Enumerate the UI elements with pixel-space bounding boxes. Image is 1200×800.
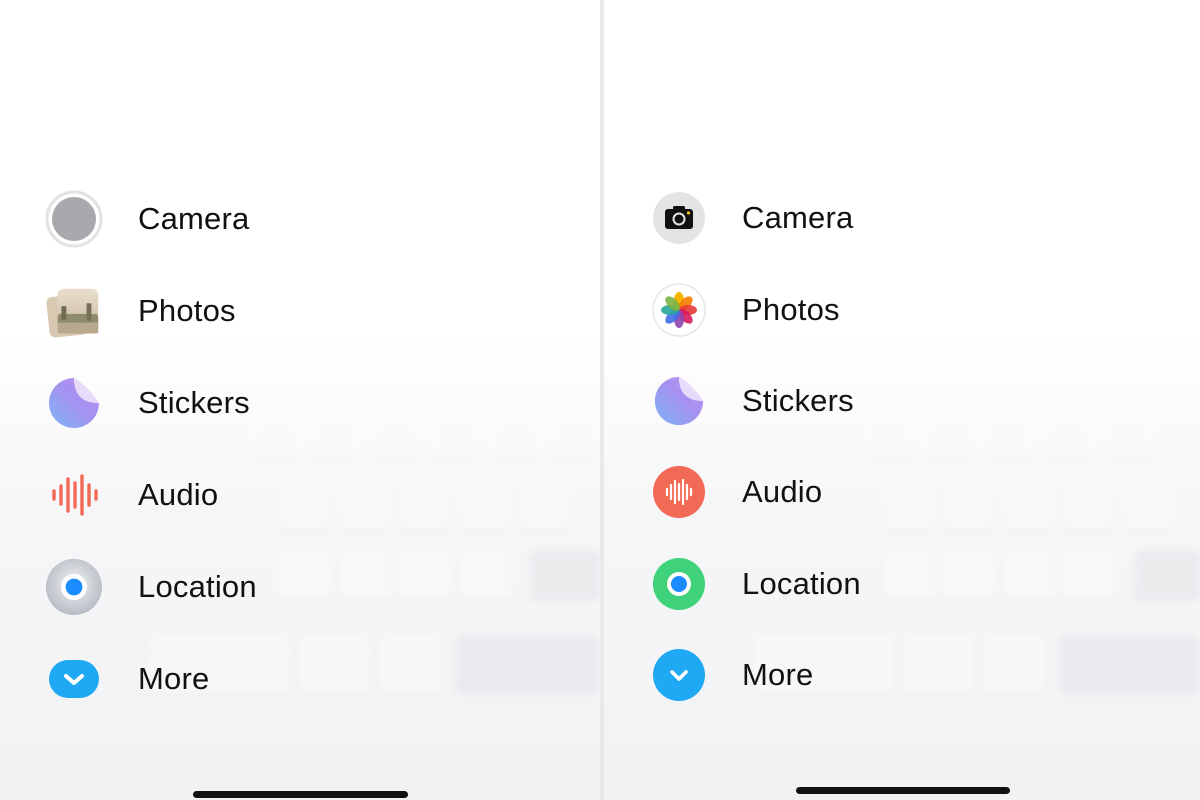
home-indicator[interactable] [193,791,408,798]
attachment-menu-left: Camera Photos Stickers Audio Location Mo… [0,0,600,800]
menu-item-audio[interactable]: Audio [45,460,345,530]
menu-item-location[interactable]: Location [45,552,345,622]
menu-item-label: Camera [138,201,250,236]
menu-item-label: Audio [742,474,823,509]
sticker-peel-icon [650,372,708,430]
menu-item-more[interactable]: More [650,640,950,710]
left-panel: Camera Photos Stickers Audio Location Mo… [0,0,600,800]
menu-item-label: Stickers [742,383,854,418]
sticker-peel-icon [45,374,103,432]
menu-item-label: Photos [138,293,236,328]
camera-shutter-grey-icon [45,190,103,248]
menu-item-photos[interactable]: Photos [650,275,950,345]
menu-item-label: Audio [138,477,219,512]
menu-item-label: Photos [742,292,840,327]
right-panel: Camera Photos Stickers Audio Location Mo… [604,0,1200,800]
photos-stack-icon [45,282,103,340]
menu-item-camera[interactable]: Camera [650,183,950,253]
menu-item-location[interactable]: Location [650,549,950,619]
attachment-menu-right: Camera Photos Stickers Audio Location Mo… [604,0,1200,800]
menu-item-stickers[interactable]: Stickers [650,366,950,436]
menu-item-label: More [138,661,210,696]
menu-item-label: Location [138,569,257,604]
menu-item-label: More [742,657,814,692]
camera-icon [650,189,708,247]
menu-item-photos[interactable]: Photos [45,276,345,346]
menu-item-more[interactable]: More [45,644,345,714]
menu-item-audio[interactable]: Audio [650,457,950,527]
menu-item-label: Camera [742,200,854,235]
menu-item-camera[interactable]: Camera [45,184,345,254]
waveform-icon [650,463,708,521]
chevron-down-icon [45,650,103,708]
menu-item-stickers[interactable]: Stickers [45,368,345,438]
photos-flower-icon [650,281,708,339]
location-dot-icon [45,558,103,616]
menu-item-label: Location [742,566,861,601]
menu-item-label: Stickers [138,385,250,420]
chevron-down-icon [650,646,708,704]
waveform-icon [45,466,103,524]
home-indicator[interactable] [796,787,1010,794]
location-dot-icon [650,555,708,613]
